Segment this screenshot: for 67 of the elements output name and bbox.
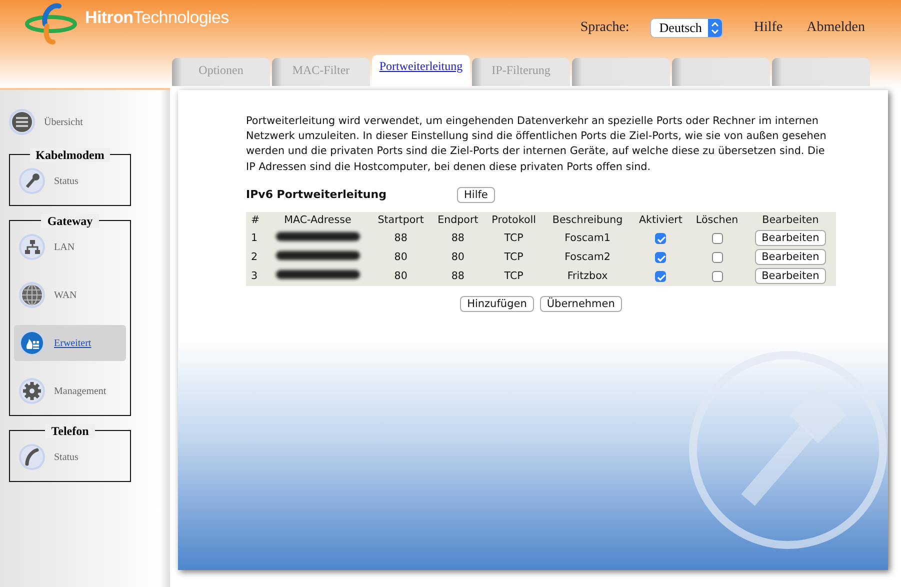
table-cell: Foscam1 [542,228,632,248]
language-select[interactable]: Deutsch [651,18,722,36]
action-button[interactable]: Hinzufügen [460,296,534,312]
wrench-icon [18,167,46,195]
checkmark-icon [656,272,668,283]
header-link[interactable]: Hilfe [754,20,783,36]
help-button[interactable]: Hilfe [457,186,495,203]
table-cell: 2 [246,248,265,267]
column-header: Startport [370,212,432,229]
column-header: Löschen [689,212,745,229]
firewall-icon [18,329,46,357]
column-header: Beschreibung [542,212,632,229]
sidebar-item[interactable]: LAN [14,229,126,265]
wrench-emblem-icon [688,350,888,550]
sidebar-item[interactable]: WAN [14,277,126,313]
table-cell: 88 [431,228,485,248]
description-text: Portweiterleitung wird verwendet, um eingehenden Datenverkehr an spezielle Ports oder Rechner im internen Netzwerk umzuleiten. In dieser Einstellung sind die öffentlichen Ports die Ziel-Ports, wie sie von außen gesehen werden und die privaten Ports sind die Ziel-Ports der internen Geräte, auf welche diese zu übersetzen sind. Die IP Adressen sind die Hostcomputer, bei denen diese privaten Ports offen sind. [246,114,828,175]
sidebar-item[interactable]: Übersicht [4,104,166,140]
group-title: Kabelmodem [30,148,110,162]
column-header: Bearbeiten [744,212,836,229]
table-cell: TCP [484,228,543,248]
table-cell: 88 [431,266,485,286]
network-icon [18,233,46,261]
delete-checkbox[interactable] [712,233,723,244]
column-header: # [246,212,265,229]
column-header: Aktiviert [632,212,690,229]
group-title: Telefon [45,424,95,438]
edit-button[interactable]: Bearbeiten [754,268,826,284]
logo-icon [25,2,79,46]
enabled-checkbox[interactable] [655,252,666,263]
stepper-icon [710,22,720,34]
section-title: IPv6 Portweiterleitung [246,188,388,202]
language-label: Sprache: [580,20,630,36]
delete-checkbox[interactable] [712,252,723,263]
table-cell: 1 [246,228,265,248]
gear-icon [18,377,46,405]
header-link[interactable]: Abmelden [806,20,865,36]
column-header: Protokoll [484,212,543,229]
table-cell: TCP [484,248,543,267]
phone-icon [18,443,46,471]
sidebar-item[interactable]: Management [14,373,126,409]
table-cell: 88 [370,228,432,248]
globe-icon [18,281,46,309]
checkmark-icon [656,253,668,264]
table-cell: TCP [484,266,543,286]
edit-button[interactable]: Bearbeiten [754,230,826,246]
sidebar-item[interactable]: Status [14,439,126,475]
table-cell: 80 [370,248,432,267]
table-cell: 80 [370,266,432,286]
checkmark-icon [656,234,668,245]
table-cell: Fritzbox [542,266,632,286]
tab[interactable]: Portweiterleitung [372,55,470,86]
sidebar-item[interactable]: Status [14,163,126,199]
column-header: MAC-Adresse [264,212,371,229]
table-cell: 3 [246,266,265,286]
edit-button[interactable]: Bearbeiten [754,249,826,266]
enabled-checkbox[interactable] [655,233,666,244]
delete-checkbox[interactable] [712,271,723,282]
group-title: Gateway [41,214,99,228]
action-button[interactable]: Übernehmen [540,296,622,312]
sidebar-item[interactable]: Erweitert [14,325,126,361]
table-cell: 80 [431,248,485,267]
table-cell: Foscam2 [542,248,632,267]
column-header: Endport [431,212,485,229]
list-icon [8,108,36,136]
brand-name: HitronTechnologies [85,8,229,28]
enabled-checkbox[interactable] [655,271,666,282]
